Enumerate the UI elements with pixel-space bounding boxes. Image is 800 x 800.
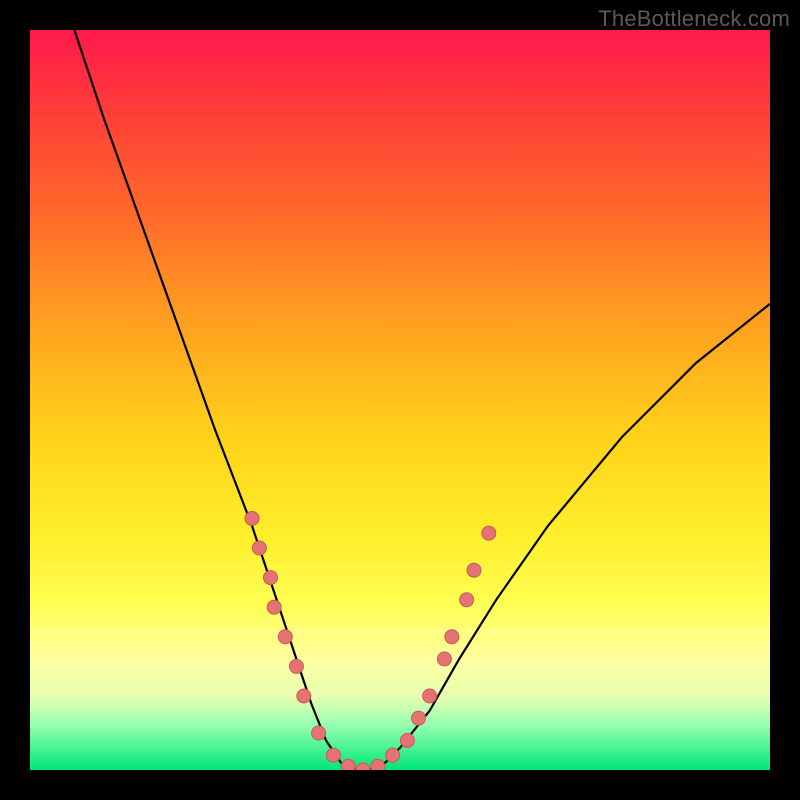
data-dot bbox=[289, 659, 303, 673]
data-dot bbox=[445, 630, 459, 644]
watermark-text: TheBottleneck.com bbox=[598, 6, 790, 32]
data-dot bbox=[467, 563, 481, 577]
data-dot bbox=[245, 511, 259, 525]
data-dot bbox=[460, 593, 474, 607]
data-dot bbox=[312, 726, 326, 740]
data-dot bbox=[267, 600, 281, 614]
data-dot bbox=[341, 759, 355, 770]
chart-frame: TheBottleneck.com bbox=[0, 0, 800, 800]
data-dot bbox=[400, 733, 414, 747]
plot-area bbox=[30, 30, 770, 770]
data-dots bbox=[245, 511, 496, 770]
data-dot bbox=[264, 571, 278, 585]
data-dot bbox=[371, 759, 385, 770]
data-dot bbox=[386, 748, 400, 762]
data-dot bbox=[412, 711, 426, 725]
curve-layer bbox=[30, 30, 770, 770]
data-dot bbox=[278, 630, 292, 644]
data-dot bbox=[437, 652, 451, 666]
data-dot bbox=[252, 541, 266, 555]
data-dot bbox=[297, 689, 311, 703]
data-dot bbox=[356, 763, 370, 770]
bottleneck-curve bbox=[74, 30, 770, 770]
data-dot bbox=[326, 748, 340, 762]
data-dot bbox=[482, 526, 496, 540]
data-dot bbox=[423, 689, 437, 703]
